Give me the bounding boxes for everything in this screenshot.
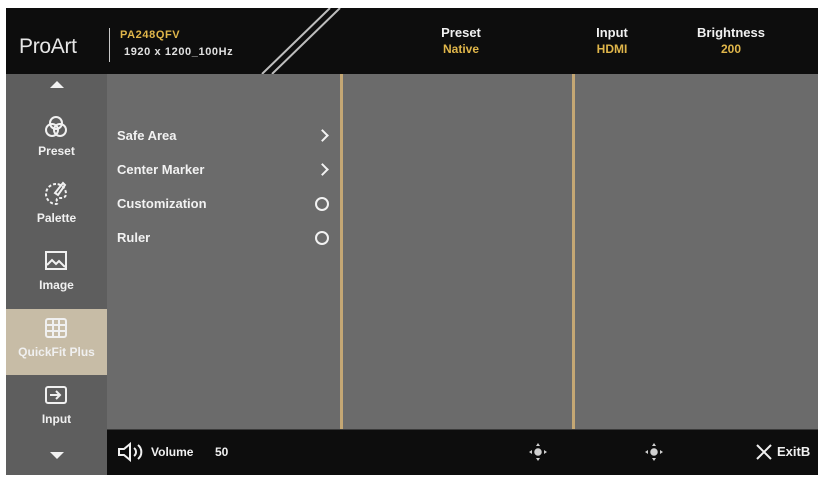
exit-button[interactable]: ExitB <box>777 444 810 459</box>
osd-window: ProArt PA248QFV 1920 x 1200_100Hz Preset… <box>6 8 818 475</box>
status-preset-label: Preset <box>441 25 481 40</box>
status-input: Input HDMI <box>582 25 642 57</box>
radio-button[interactable] <box>315 231 329 245</box>
volume-label: Volume <box>151 445 194 459</box>
menu-item-label: Ruler <box>117 230 151 245</box>
status-brightness-label: Brightness <box>697 25 765 40</box>
logo-divider <box>109 28 110 62</box>
sidebar-item-label: Preset <box>38 144 75 158</box>
status-input-label: Input <box>596 25 628 40</box>
joystick-icon <box>645 443 663 461</box>
input-icon <box>45 386 67 404</box>
submenu-panel <box>343 74 572 430</box>
menu-item-label: Customization <box>117 196 207 211</box>
brand-logo: ProArt <box>19 35 77 58</box>
options-panel <box>575 74 818 430</box>
palette-icon <box>45 181 68 206</box>
status-brightness-value: 200 <box>720 42 742 56</box>
sidebar-item-image[interactable]: Image <box>6 242 107 308</box>
chevron-right-icon <box>316 129 329 142</box>
close-icon[interactable] <box>755 443 773 461</box>
menu-item-customization[interactable]: Customization <box>117 194 331 216</box>
grid-icon <box>45 318 67 338</box>
menu-item-safe-area[interactable]: Safe Area <box>117 126 331 148</box>
sidebar-item-label: Input <box>41 412 72 426</box>
status-input-value: HDMI <box>596 42 628 56</box>
speaker-icon <box>118 441 143 463</box>
menu-panel: Safe Area Center Marker Customization Ru… <box>107 74 340 430</box>
joystick-icon <box>529 443 547 461</box>
status-preset: Preset Native <box>426 25 496 57</box>
sidebar-item-label: QuickFit Plus <box>18 345 95 359</box>
scroll-down-arrow-icon[interactable] <box>50 452 64 459</box>
resolution-info: 1920 x 1200_100Hz <box>124 46 234 58</box>
menu-item-ruler[interactable]: Ruler <box>117 228 331 250</box>
sidebar-item-quickfit-plus[interactable]: QuickFit Plus <box>6 309 107 375</box>
header-slash-decoration <box>261 8 341 74</box>
sidebar-item-input[interactable]: Input <box>6 376 107 442</box>
image-icon <box>45 251 67 270</box>
menu-item-center-marker[interactable]: Center Marker <box>117 160 331 182</box>
chevron-right-icon <box>316 163 329 176</box>
sidebar-item-palette[interactable]: Palette <box>6 175 107 241</box>
scroll-up-arrow-icon[interactable] <box>50 81 64 88</box>
radio-button[interactable] <box>315 197 329 211</box>
sidebar-item-label: Image <box>39 278 74 292</box>
sidebar: Preset Palette Image QuickFit Plus Input <box>6 74 107 475</box>
preset-icon <box>45 116 67 137</box>
sidebar-item-label: Palette <box>36 211 77 225</box>
footer-bar: Volume 50 ExitB <box>107 430 818 475</box>
menu-item-label: Safe Area <box>117 128 177 143</box>
status-preset-value: Native <box>442 42 480 56</box>
status-brightness: Brightness 200 <box>691 25 771 57</box>
volume-value: 50 <box>215 445 229 459</box>
header-bar: ProArt PA248QFV 1920 x 1200_100Hz Preset… <box>6 8 818 74</box>
sidebar-item-preset[interactable]: Preset <box>6 108 107 174</box>
model-name: PA248QFV <box>120 29 181 41</box>
menu-item-label: Center Marker <box>117 162 205 177</box>
